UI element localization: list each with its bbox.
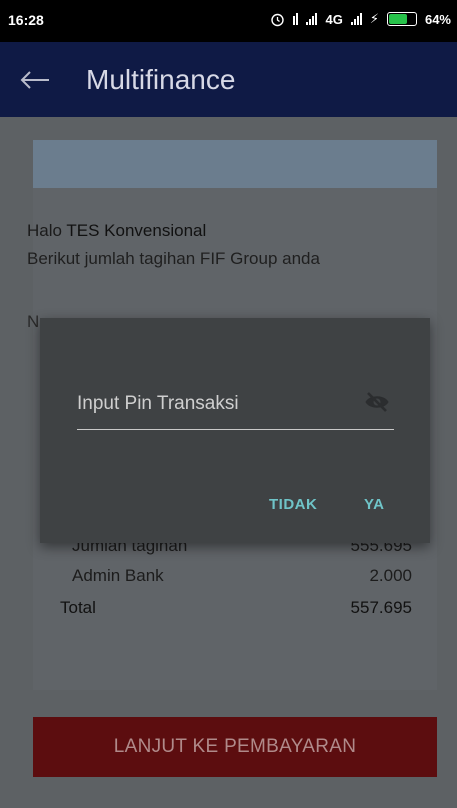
signal-strength-icon-2 xyxy=(350,13,362,25)
row-value-admin-bank: 2.000 xyxy=(369,566,412,585)
charging-icon: ⚡ xyxy=(369,11,379,26)
total-label: Total xyxy=(60,598,96,617)
customer-name: TES Konvensional xyxy=(66,221,207,240)
signal-strength-icon xyxy=(306,13,318,25)
back-arrow-icon[interactable] xyxy=(20,70,50,90)
battery-icon xyxy=(386,12,417,26)
data-transfer-icon xyxy=(293,13,299,25)
network-type: 4G xyxy=(325,11,343,27)
greeting: Halo TES Konvensional xyxy=(27,221,206,241)
card-header xyxy=(33,140,437,188)
greeting-prefix: Halo xyxy=(27,221,62,240)
status-time: 16:28 xyxy=(8,12,44,28)
status-icons: 4G ⚡ 64% xyxy=(270,11,451,27)
hide-password-icon[interactable] xyxy=(364,391,390,413)
status-bar: 16:28 4G ⚡ 64% xyxy=(0,0,457,42)
total-value: 557.695 xyxy=(350,598,412,617)
alarm-icon xyxy=(271,13,285,26)
battery-level: 64% xyxy=(424,11,451,27)
page-title: Multifinance xyxy=(86,64,236,95)
bill-subtitle: Berikut jumlah tagihan FIF Group anda xyxy=(27,249,320,268)
pin-input[interactable] xyxy=(77,378,394,430)
pin-dialog: TIDAK YA xyxy=(40,318,430,543)
app-bar: Multifinance xyxy=(0,42,457,117)
partially-hidden-label: N xyxy=(27,312,40,331)
row-label-admin-bank: Admin Bank xyxy=(72,566,164,585)
pay-button[interactable]: LANJUT KE PEMBAYARAN xyxy=(33,717,437,777)
cancel-button[interactable]: TIDAK xyxy=(269,496,317,513)
confirm-button[interactable]: YA xyxy=(364,496,384,513)
